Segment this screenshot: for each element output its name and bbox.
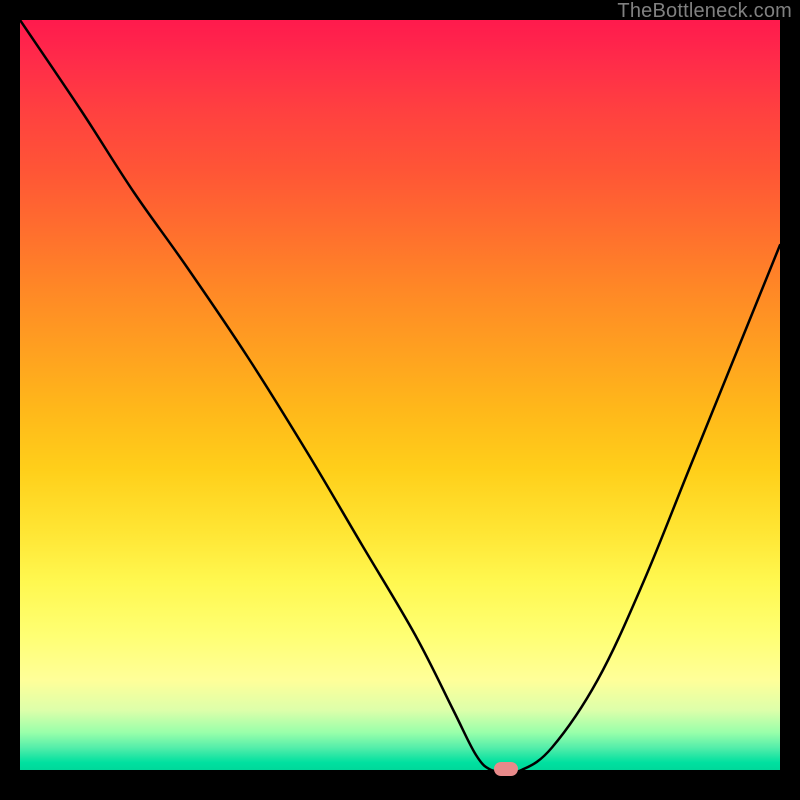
chart-container: TheBottleneck.com — [0, 0, 800, 800]
plot-area — [20, 20, 780, 770]
optimal-marker — [494, 762, 518, 776]
bottleneck-curve — [20, 20, 780, 770]
